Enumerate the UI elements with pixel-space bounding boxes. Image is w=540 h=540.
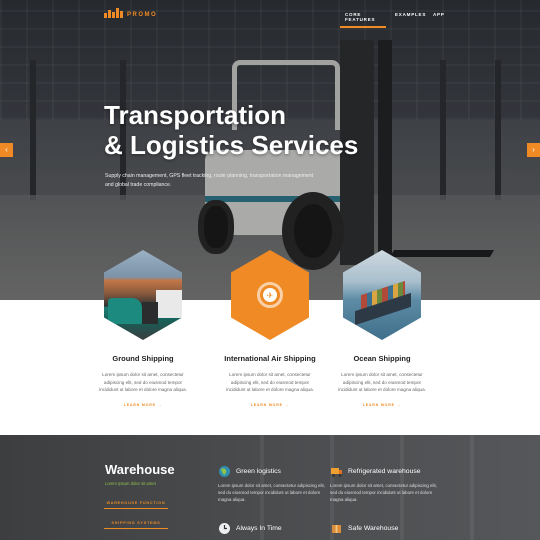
feature-title: Green logistics <box>236 468 281 475</box>
learn-more-link[interactable]: LEARN MORE → <box>73 403 213 407</box>
chevron-left-icon: ‹ <box>5 145 8 154</box>
hero-title-line2: & Logistics Services <box>104 130 359 160</box>
slider-next-button[interactable]: › <box>527 143 540 157</box>
warehouse-subtitle: Lorem Ipsum dolor sit amet <box>105 481 156 486</box>
truck-icon <box>330 465 343 478</box>
top-nav: PROMO CORE FEATURES EXAMPLES APP <box>0 0 540 28</box>
nav-links: CORE FEATURES EXAMPLES APP <box>340 12 450 28</box>
service-title: Ocean Shipping <box>353 354 411 363</box>
service-description: Lorem ipsum dolor sit amet, consectetur … <box>338 372 426 392</box>
service-hexagon: ✈ <box>231 250 309 340</box>
learn-more-link[interactable]: LEARN MORE → <box>312 403 452 407</box>
slider-prev-button[interactable]: ‹ <box>0 143 13 157</box>
service-description: Lorem ipsum dolor sit amet, consectetur … <box>226 372 314 392</box>
feature-title: Refrigerated warehouse <box>348 468 421 475</box>
hero-subtitle: Supply chain management, GPS fleet track… <box>105 173 314 188</box>
cargo-ship-image <box>343 250 421 340</box>
airplane-icon: ✈ <box>257 282 283 308</box>
logo-text: PROMO <box>127 12 158 18</box>
nav-item-app[interactable]: APP <box>428 12 450 26</box>
box-icon <box>330 522 343 535</box>
clock-icon <box>218 522 231 535</box>
feature-title: Always In Time <box>236 525 282 532</box>
shipping-systems-button[interactable]: SHIPPING SYSTEMS <box>104 517 168 529</box>
arrow-right-icon: → <box>396 402 402 407</box>
learn-more-label: LEARN MORE <box>362 402 395 407</box>
hero-title: Transportation & Logistics Services <box>104 100 404 160</box>
feature-refrigerated-warehouse: Refrigerated warehouse Lorem ipsum dolor… <box>330 465 440 503</box>
nav-item-examples[interactable]: EXAMPLES <box>390 12 428 26</box>
service-title: Ground Shipping <box>112 354 174 363</box>
nav-item-core-features[interactable]: CORE FEATURES <box>340 12 390 28</box>
feature-title: Safe Warehouse <box>348 525 399 532</box>
arrow-right-icon: → <box>284 402 290 407</box>
logo-icon <box>104 8 123 18</box>
warehouse-section: Warehouse Lorem Ipsum dolor sit amet WAR… <box>0 435 540 540</box>
service-card-ocean: Ocean Shipping Lorem ipsum dolor sit ame… <box>312 250 452 407</box>
warehouse-function-button[interactable]: WAREHOUSE FUNCTION <box>104 497 168 509</box>
chevron-right-icon: › <box>532 145 535 154</box>
feature-always-in-time: Always In Time <box>218 522 328 535</box>
globe-icon <box>218 465 231 478</box>
logo[interactable]: PROMO <box>104 8 157 18</box>
feature-green-logistics: Green logistics Lorem ipsum dolor sit am… <box>218 465 328 503</box>
feature-description: Lorem ipsum dolor sit amet, consectetur … <box>330 483 437 502</box>
feature-description: Lorem ipsum dolor sit amet, consectetur … <box>218 483 325 502</box>
learn-more-label: LEARN MORE <box>123 402 156 407</box>
service-card-ground: Ground Shipping Lorem ipsum dolor sit am… <box>73 250 213 407</box>
truck-image <box>104 250 182 340</box>
learn-more-label: LEARN MORE <box>250 402 283 407</box>
service-description: Lorem ipsum dolor sit amet, consectetur … <box>99 372 187 392</box>
hero-title-line1: Transportation <box>104 100 287 130</box>
feature-safe-warehouse: Safe Warehouse <box>330 522 440 535</box>
warehouse-title: Warehouse <box>105 462 175 477</box>
arrow-right-icon: → <box>157 402 163 407</box>
